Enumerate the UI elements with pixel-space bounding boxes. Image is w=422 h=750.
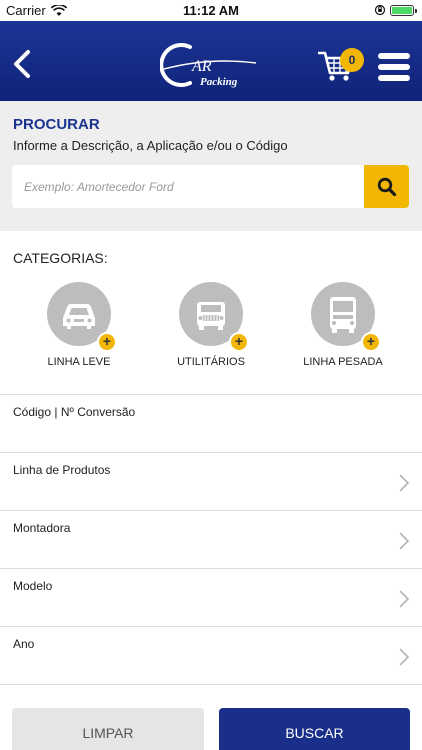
clear-button[interactable]: LIMPAR [12, 708, 204, 750]
categories-title: CATEGORIAS: [13, 250, 108, 266]
row-label: Código | Nº Conversão [13, 405, 136, 419]
menu-button[interactable] [378, 53, 410, 81]
status-bar: Carrier 11:12 AM [0, 0, 422, 21]
search-input[interactable] [12, 165, 364, 208]
chevron-left-icon [14, 50, 30, 78]
row-label: Linha de Produtos [13, 463, 111, 477]
search-field [12, 165, 364, 208]
code-conversion-field[interactable]: Código | Nº Conversão [0, 394, 422, 452]
chevron-right-icon [399, 648, 410, 666]
back-button[interactable] [8, 47, 38, 81]
search-button[interactable] [364, 165, 409, 208]
add-icon: + [361, 332, 381, 352]
model-selector[interactable]: Modelo [0, 568, 422, 626]
row-label: Ano [13, 637, 35, 651]
menu-icon [378, 53, 410, 59]
manufacturer-selector[interactable]: Montadora [0, 510, 422, 568]
category-utilitarios[interactable]: + UTILITÁRIOS [151, 282, 271, 368]
cart-count-badge: 0 [340, 48, 364, 72]
search-icon [377, 177, 396, 196]
app-header: AR Packing 0 [0, 21, 422, 101]
product-line-selector[interactable]: Linha de Produtos [0, 452, 422, 510]
car-packing-logo: AR Packing [159, 39, 260, 91]
add-icon: + [97, 332, 117, 352]
status-right [374, 4, 417, 16]
category-linha-pesada[interactable]: + LINHA PESADA [283, 282, 403, 368]
search-title: PROCURAR [13, 116, 100, 133]
row-label: Modelo [13, 579, 53, 593]
chevron-right-icon [399, 474, 410, 492]
chevron-right-icon [399, 532, 410, 550]
category-label: UTILITÁRIOS [177, 356, 245, 368]
status-time: 11:12 AM [183, 3, 239, 18]
search-submit-button[interactable]: BUSCAR [219, 708, 410, 750]
battery-icon [390, 4, 417, 16]
year-selector[interactable]: Ano [0, 626, 422, 684]
category-linha-leve[interactable]: + LINHA LEVE [19, 282, 139, 368]
category-label: LINHA LEVE [47, 356, 111, 368]
svg-text:AR: AR [191, 58, 212, 75]
search-subtitle: Informe a Descrição, a Aplicação e/ou o … [13, 138, 288, 153]
orientation-lock-icon [374, 4, 386, 16]
search-section: PROCURAR Informe a Descrição, a Aplicaçã… [0, 101, 422, 231]
svg-text:Packing: Packing [200, 76, 238, 88]
category-label: LINHA PESADA [303, 356, 383, 368]
add-icon: + [229, 332, 249, 352]
chevron-right-icon [399, 590, 410, 608]
divider [0, 684, 422, 685]
battery-fill [392, 6, 412, 14]
row-label: Montadora [13, 521, 71, 535]
